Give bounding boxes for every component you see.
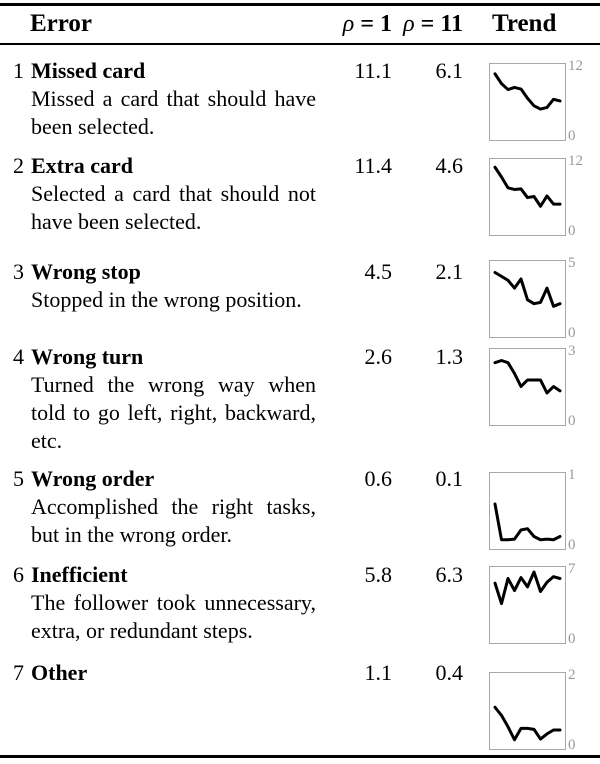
sparkline-plot (493, 359, 562, 395)
row-error-title: Wrong turn (31, 344, 144, 369)
row-index: 3 (13, 259, 24, 284)
sparkline-max-label: 12 (568, 58, 583, 74)
sparkline-plot (493, 502, 562, 542)
row-rho-1-value: 11.1 (354, 58, 392, 83)
row-error-description: Selected a card that should not have bee… (31, 181, 316, 234)
rho-symbol: ρ (342, 11, 355, 37)
sparkline-series (493, 502, 562, 542)
table-top-rule (0, 3, 600, 6)
row-error-description: Accomplished the right tasks, but in the… (31, 494, 316, 547)
row-index: 5 (13, 466, 24, 491)
trend-sparkline: 12 0 (489, 154, 583, 239)
row-error-cell: Extra card Selected a card that should no… (31, 152, 316, 236)
row-error-title: Missed card (31, 58, 146, 83)
row-index: 6 (13, 562, 24, 587)
row-rho-11-value: 6.1 (435, 58, 464, 83)
sparkline-max-label: 2 (568, 667, 576, 683)
trend-sparkline: 10 (489, 468, 576, 553)
rho-1-value: = 1 (354, 11, 392, 37)
sparkline-plot (493, 570, 562, 606)
row-rho-11-value: 4.6 (435, 153, 464, 178)
sparkline-series (493, 570, 562, 606)
sparkline-series (493, 165, 562, 208)
sparkline-min-label: 0 (568, 737, 576, 753)
sparkline-max-label: 1 (568, 467, 576, 483)
sparkline-min-label: 0 (568, 413, 576, 429)
sparkline-series (493, 705, 562, 742)
sparkline-max-label: 5 (568, 255, 576, 271)
table-bottom-rule (0, 755, 600, 758)
column-header-error: Error (30, 10, 93, 37)
sparkline-min-label: 0 (568, 537, 576, 553)
row-error-cell: Wrong stop Stopped in the wrong position. (31, 258, 316, 314)
row-rho-1-value: 5.8 (364, 562, 393, 587)
sparkline-min-label: 0 (568, 128, 576, 144)
row-error-cell: Wrong turn Turned the wrong way when told… (31, 343, 316, 455)
row-rho-1-value: 0.6 (364, 466, 393, 491)
row-index: 1 (13, 58, 24, 83)
sparkline-plot (493, 72, 562, 111)
row-error-title: Inefficient (31, 562, 128, 587)
sparkline-plot (493, 271, 562, 308)
row-rho-1-value: 11.4 (354, 153, 392, 178)
sparkline-series (493, 271, 562, 308)
sparkline-series (493, 359, 562, 395)
row-error-title: Other (31, 660, 88, 685)
row-rho-11-value: 0.1 (435, 466, 464, 491)
row-rho-11-value: 0.4 (435, 660, 464, 685)
trend-sparkline: 70 (489, 562, 576, 647)
trend-sparkline: 50 (489, 256, 576, 341)
row-rho-11-value: 2.1 (435, 259, 464, 284)
sparkline-max-label: 7 (568, 561, 576, 577)
row-error-description: Missed a card that should have been sele… (31, 86, 316, 139)
rho-symbol: ρ (403, 11, 415, 37)
row-error-cell: Wrong order Accomplished the right tasks,… (31, 465, 316, 549)
sparkline-min-label: 0 (568, 223, 576, 239)
column-header-trend: Trend (492, 10, 557, 37)
trend-sparkline: 30 (489, 344, 576, 429)
sparkline-plot (493, 165, 562, 208)
sparkline-min-label: 0 (568, 325, 576, 341)
row-error-cell: Inefficient The follower took unnecessary… (31, 561, 316, 645)
trend-sparkline: 20 (489, 668, 576, 753)
row-error-title: Wrong order (31, 466, 155, 491)
row-index: 4 (13, 344, 24, 369)
row-rho-11-value: 6.3 (435, 562, 464, 587)
rho-11-value: = 11 (414, 11, 463, 37)
row-error-description: Turned the wrong way when told to go lef… (31, 372, 316, 453)
row-rho-1-value: 1.1 (364, 660, 393, 685)
sparkline-series (493, 72, 562, 111)
trend-sparkline: 12 0 (489, 59, 583, 144)
row-error-description: The follower took unnecessary, extra, or… (31, 590, 316, 643)
sparkline-plot (493, 705, 562, 742)
table-header-rule (0, 43, 600, 45)
row-error-description: Stopped in the wrong position. (31, 287, 302, 312)
error-taxonomy-table: Error ρ = 1 ρ = 11 Trend 1 Missed card Mis… (0, 0, 600, 764)
table-header-row: Error ρ = 1 ρ = 11 Trend (0, 8, 600, 42)
column-header-rho-11: ρ = 11 (393, 8, 463, 40)
row-rho-11-value: 1.3 (435, 344, 464, 369)
row-error-title: Wrong stop (31, 259, 141, 284)
row-index: 2 (13, 153, 24, 178)
row-error-cell: Missed card Missed a card that should hav… (31, 57, 316, 141)
sparkline-max-label: 12 (568, 153, 583, 169)
column-header-rho-1: ρ = 1 (322, 8, 392, 40)
row-error-title: Extra card (31, 153, 134, 178)
sparkline-max-label: 3 (568, 343, 576, 359)
row-index: 7 (13, 660, 24, 685)
row-error-cell: Other (31, 659, 316, 687)
sparkline-min-label: 0 (568, 631, 576, 647)
row-rho-1-value: 4.5 (364, 259, 393, 284)
row-rho-1-value: 2.6 (364, 344, 393, 369)
